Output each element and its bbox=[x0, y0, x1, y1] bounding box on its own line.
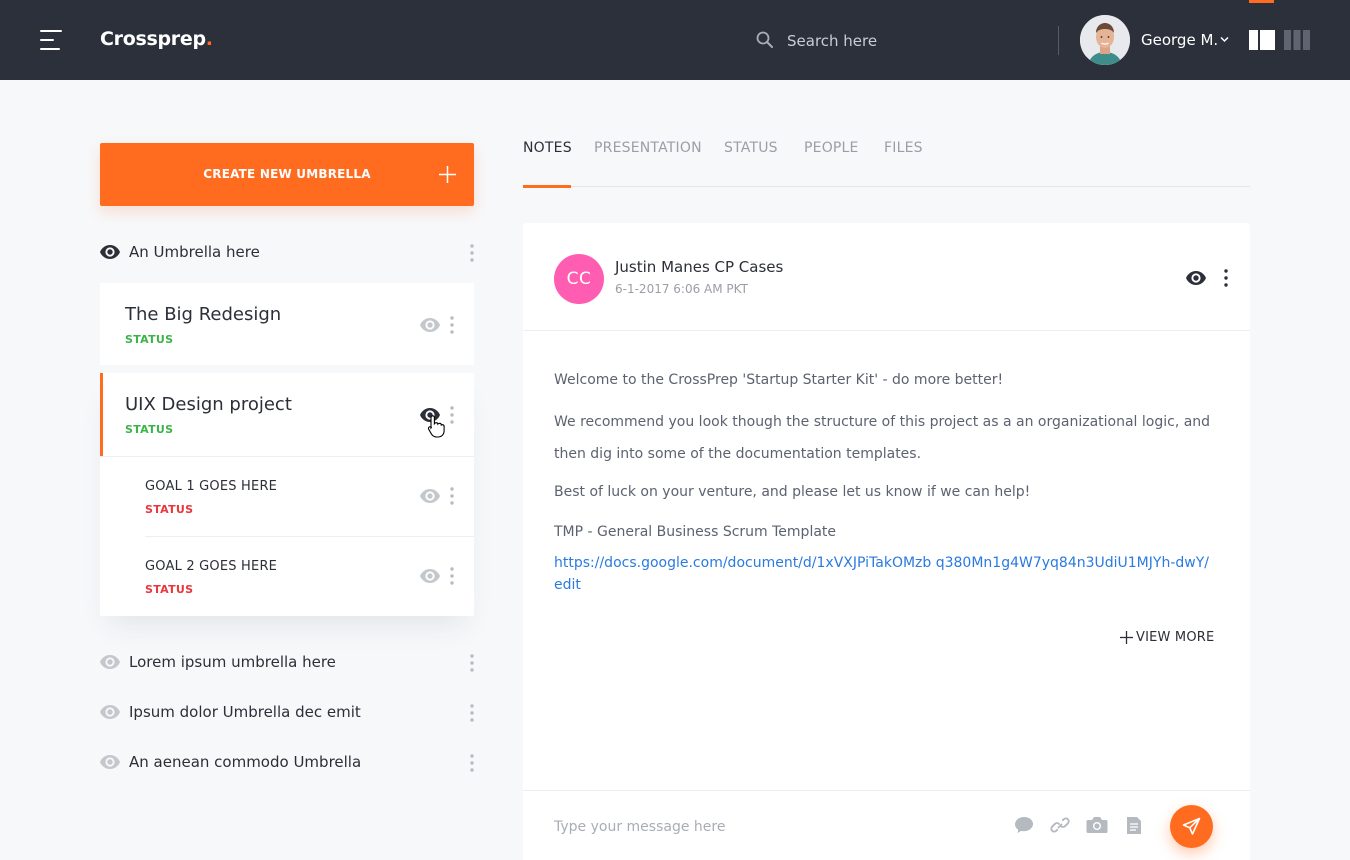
umbrella-label: An Umbrella here bbox=[129, 243, 260, 261]
umbrella-item[interactable]: Ipsum dolor Umbrella dec emit bbox=[100, 698, 474, 728]
search-bar bbox=[756, 28, 1046, 54]
document-link[interactable]: https://docs.google.com/document/d/1xVXJ… bbox=[554, 552, 1214, 596]
note-paragraph: We recommend you look though the structu… bbox=[554, 414, 1211, 462]
link-icon[interactable] bbox=[1050, 816, 1070, 834]
eye-icon[interactable] bbox=[420, 318, 440, 332]
umbrella-item[interactable]: An aenean commodo Umbrella bbox=[100, 748, 474, 778]
status-badge: STATUS bbox=[145, 503, 194, 516]
goal-title: GOAL 2 GOES HERE bbox=[145, 559, 278, 574]
more-options-icon[interactable] bbox=[470, 754, 474, 772]
brand-logo[interactable]: Crossprep. bbox=[100, 28, 213, 50]
tab-status[interactable]: STATUS bbox=[724, 140, 778, 156]
note-divider bbox=[523, 330, 1250, 331]
umbrella-label: An aenean commodo Umbrella bbox=[129, 753, 362, 771]
more-options-icon[interactable] bbox=[450, 316, 454, 334]
create-umbrella-button[interactable]: CREATE NEW UMBRELLA bbox=[100, 143, 474, 206]
message-input[interactable] bbox=[554, 815, 994, 839]
plus-icon bbox=[1120, 631, 1133, 644]
project-title: The Big Redesign bbox=[125, 304, 282, 325]
header-divider bbox=[1058, 26, 1059, 55]
tabs-baseline bbox=[523, 186, 1250, 187]
user-avatar[interactable] bbox=[1080, 15, 1130, 65]
project-card-expanded[interactable]: UIX Design project STATUS GOAL 1 GOES HE… bbox=[100, 373, 474, 616]
user-name[interactable]: George M. bbox=[1141, 31, 1218, 49]
chat-bubble-icon[interactable] bbox=[1014, 816, 1034, 834]
compose-divider bbox=[523, 790, 1250, 791]
note-card: CC Justin Manes CP Cases 6-1-2017 6:06 A… bbox=[523, 223, 1250, 860]
tab-files[interactable]: FILES bbox=[884, 140, 923, 156]
goal-item[interactable]: GOAL 2 GOES HERE STATUS bbox=[100, 537, 474, 616]
goal-item[interactable]: GOAL 1 GOES HERE STATUS bbox=[100, 457, 474, 536]
pointer-hand-icon bbox=[427, 415, 445, 438]
eye-icon[interactable] bbox=[100, 755, 120, 769]
eye-icon[interactable] bbox=[100, 245, 120, 259]
umbrella-item[interactable]: An Umbrella here bbox=[100, 238, 474, 268]
selected-indicator bbox=[100, 373, 103, 456]
layout-split-icon[interactable] bbox=[1249, 30, 1275, 50]
umbrella-label: Ipsum dolor Umbrella dec emit bbox=[129, 703, 361, 721]
eye-icon[interactable] bbox=[420, 569, 440, 583]
tab-notes[interactable]: NOTES bbox=[523, 140, 572, 156]
more-options-icon[interactable] bbox=[450, 406, 454, 424]
camera-icon[interactable] bbox=[1086, 816, 1108, 834]
search-input[interactable] bbox=[787, 28, 1037, 54]
more-options-icon[interactable] bbox=[1224, 269, 1228, 287]
send-button[interactable] bbox=[1170, 805, 1213, 848]
menu-icon[interactable] bbox=[40, 30, 62, 50]
active-tab-indicator bbox=[523, 185, 571, 188]
note-timestamp: 6-1-2017 6:06 AM PKT bbox=[615, 282, 748, 296]
tab-presentation[interactable]: PRESENTATION bbox=[594, 140, 702, 156]
tab-people[interactable]: PEOPLE bbox=[804, 140, 859, 156]
umbrella-item[interactable]: Lorem ipsum umbrella here bbox=[100, 648, 474, 678]
goal-title: GOAL 1 GOES HERE bbox=[145, 479, 278, 494]
note-paragraph: Best of luck on your venture, and please… bbox=[554, 484, 1031, 500]
more-options-icon[interactable] bbox=[450, 567, 454, 585]
eye-icon[interactable] bbox=[100, 705, 120, 719]
project-title: UIX Design project bbox=[125, 394, 292, 415]
eye-icon[interactable] bbox=[1186, 271, 1206, 285]
note-author[interactable]: Justin Manes CP Cases bbox=[615, 258, 783, 276]
author-avatar[interactable]: CC bbox=[554, 254, 604, 304]
send-icon bbox=[1182, 817, 1201, 835]
status-badge: STATUS bbox=[145, 583, 194, 596]
top-navigation-bar: Crossprep. George M. bbox=[0, 0, 1350, 80]
status-badge: STATUS bbox=[125, 333, 174, 346]
more-options-icon[interactable] bbox=[470, 244, 474, 262]
document-icon[interactable] bbox=[1126, 816, 1142, 835]
active-layout-indicator bbox=[1249, 0, 1274, 3]
project-card[interactable]: The Big Redesign STATUS bbox=[100, 283, 474, 365]
more-options-icon[interactable] bbox=[450, 487, 454, 505]
note-paragraph: Welcome to the CrossPrep 'Startup Starte… bbox=[554, 372, 1004, 388]
search-icon bbox=[756, 31, 773, 48]
chevron-down-icon[interactable] bbox=[1220, 36, 1229, 43]
eye-icon[interactable] bbox=[100, 655, 120, 669]
umbrella-label: Lorem ipsum umbrella here bbox=[129, 653, 336, 671]
more-options-icon[interactable] bbox=[470, 654, 474, 672]
note-paragraph: TMP - General Business Scrum Template bbox=[554, 524, 837, 540]
status-badge: STATUS bbox=[125, 423, 174, 436]
layout-columns-icon[interactable] bbox=[1284, 30, 1310, 50]
plus-icon bbox=[439, 166, 456, 183]
more-options-icon[interactable] bbox=[470, 704, 474, 722]
eye-icon[interactable] bbox=[420, 489, 440, 503]
